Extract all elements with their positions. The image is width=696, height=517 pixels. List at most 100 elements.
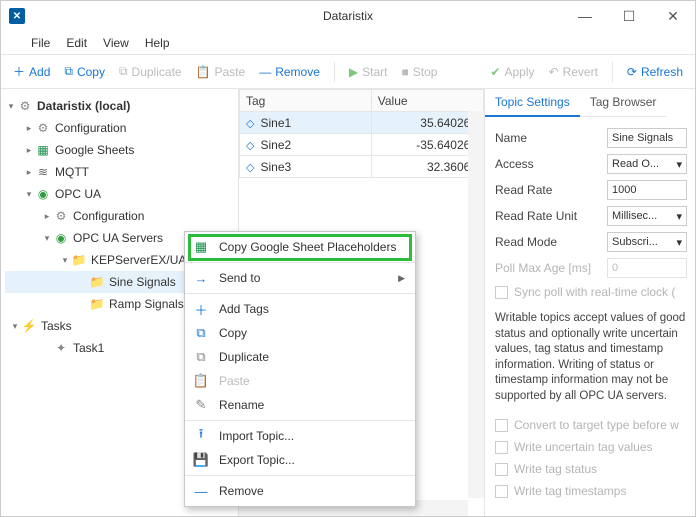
- duplicate-button[interactable]: ⧉Duplicate: [115, 62, 186, 81]
- prop-label-access: Access: [495, 157, 601, 171]
- menu-edit[interactable]: Edit: [66, 36, 87, 50]
- menu-item-paste: 📋Paste: [185, 369, 415, 393]
- folder-icon: 📁: [71, 252, 87, 268]
- prop-value-rate-unit[interactable]: Millisec...▾: [607, 206, 687, 226]
- mqtt-icon: ≋: [35, 164, 51, 180]
- tree-item-mqtt[interactable]: ▸≋MQTT: [5, 161, 238, 183]
- gear-icon: ⚙: [53, 208, 69, 224]
- tag-icon: ◇: [246, 162, 254, 174]
- copy-icon: ⧉: [193, 325, 209, 341]
- chevron-down-icon: ▾: [676, 158, 682, 171]
- sheets-icon: ▦: [193, 239, 209, 255]
- prop-value-read-mode[interactable]: Subscri...▾: [607, 232, 687, 252]
- menu-item-copy[interactable]: ⧉Copy: [185, 321, 415, 345]
- tasks-icon: ⚡: [21, 318, 37, 334]
- menu-item-duplicate[interactable]: ⧉Duplicate: [185, 345, 415, 369]
- minimize-button[interactable]: —: [563, 1, 607, 31]
- paste-button[interactable]: 📋Paste: [192, 63, 250, 81]
- tag-icon: ◇: [246, 118, 254, 130]
- duplicate-icon: ⧉: [119, 64, 128, 79]
- app-icon: ✕: [9, 8, 25, 24]
- checkbox-uncertain: Write uncertain tag values: [495, 436, 687, 458]
- chevron-down-icon: ▾: [676, 236, 682, 249]
- menu-item-import-topic[interactable]: ⭱Import Topic...: [185, 424, 415, 448]
- chevron-down-icon: ▾: [676, 210, 682, 223]
- menu-file[interactable]: File: [31, 36, 50, 50]
- checkbox-icon: [495, 485, 508, 498]
- table-row[interactable]: ◇Sine332.36068: [240, 156, 484, 178]
- export-icon: 💾: [193, 452, 209, 468]
- vertical-scrollbar[interactable]: [468, 111, 484, 498]
- table-row[interactable]: ◇Sine135.640263: [240, 112, 484, 134]
- plus-icon: ＋: [13, 63, 25, 80]
- tree-root[interactable]: ▾⚙Dataristix (local): [5, 95, 238, 117]
- col-header-tag[interactable]: Tag: [240, 90, 372, 112]
- checkbox-status: Write tag status: [495, 458, 687, 480]
- prop-value-name[interactable]: Sine Signals: [607, 128, 687, 148]
- server-icon: ◉: [53, 230, 69, 246]
- close-button[interactable]: ✕: [651, 1, 695, 31]
- maximize-button[interactable]: ☐: [607, 1, 651, 31]
- checkbox-icon: [495, 463, 508, 476]
- apply-button[interactable]: ✔Apply: [486, 63, 538, 81]
- remove-button[interactable]: —Remove: [255, 63, 324, 81]
- menu-item-copy-google-sheet[interactable]: ▦Copy Google Sheet Placeholders: [185, 235, 415, 259]
- checkbox-icon: [495, 441, 508, 454]
- tree-item-config[interactable]: ▸⚙Configuration: [5, 117, 238, 139]
- prop-value-access[interactable]: Read O...▾: [607, 154, 687, 174]
- rename-icon: ✎: [193, 397, 209, 413]
- properties-pane: Topic Settings Tag Browser NameSine Sign…: [485, 89, 695, 516]
- menu-item-remove[interactable]: —Remove: [185, 479, 415, 503]
- tag-table: Tag Value ◇Sine135.640263 ◇Sine2-35.6402…: [239, 89, 484, 178]
- prop-label-rate-unit: Read Rate Unit: [495, 209, 601, 223]
- sheets-icon: ▦: [35, 142, 51, 158]
- menu-view[interactable]: View: [103, 36, 129, 50]
- copy-button[interactable]: ⧉Copy: [60, 62, 109, 81]
- arrow-right-icon: →: [193, 271, 209, 286]
- folder-icon: 📁: [89, 274, 105, 290]
- gear-icon: ⚙: [35, 120, 51, 136]
- col-header-value[interactable]: Value: [371, 90, 483, 112]
- copy-icon: ⧉: [64, 64, 73, 79]
- menu-help[interactable]: Help: [145, 36, 170, 50]
- properties-description: Writable topics accept values of good st…: [495, 311, 687, 404]
- menu-item-export-topic[interactable]: 💾Export Topic...: [185, 448, 415, 472]
- undo-icon: ↶: [549, 65, 559, 79]
- tree-item-opc-config[interactable]: ▸⚙Configuration: [5, 205, 238, 227]
- tree-item-opcua[interactable]: ▾◉OPC UA: [5, 183, 238, 205]
- toolbar: ＋Add ⧉Copy ⧉Duplicate 📋Paste —Remove ▶St…: [1, 55, 695, 89]
- minus-icon: —: [259, 65, 271, 79]
- task-icon: ✦: [53, 340, 69, 356]
- checkbox-icon: [495, 419, 508, 432]
- menu-item-rename[interactable]: ✎Rename: [185, 393, 415, 417]
- checkbox-timestamps: Write tag timestamps: [495, 480, 687, 502]
- table-row[interactable]: ◇Sine2-35.640263: [240, 134, 484, 156]
- checkbox-convert: Convert to target type before w: [495, 414, 687, 436]
- opc-icon: ◉: [35, 186, 51, 202]
- add-button[interactable]: ＋Add: [9, 61, 54, 82]
- checkbox-icon: [495, 286, 508, 299]
- tab-tag-browser[interactable]: Tag Browser: [580, 89, 667, 117]
- menu-bar: File Edit View Help: [1, 31, 695, 55]
- menu-item-send-to[interactable]: →Send to▶: [185, 266, 415, 290]
- revert-button[interactable]: ↶Revert: [545, 63, 602, 81]
- gear-icon: ⚙: [17, 98, 33, 114]
- title-bar: ✕ Dataristix — ☐ ✕: [1, 1, 695, 31]
- chevron-right-icon: ▶: [398, 273, 405, 284]
- import-icon: ⭱: [193, 425, 209, 447]
- tree-item-google-sheets[interactable]: ▸▦Google Sheets: [5, 139, 238, 161]
- start-button[interactable]: ▶Start: [345, 63, 392, 81]
- stop-icon: ■: [401, 65, 408, 79]
- tab-strip: Topic Settings Tag Browser: [485, 89, 695, 117]
- menu-item-add-tags[interactable]: ＋Add Tags: [185, 297, 415, 321]
- stop-button[interactable]: ■Stop: [397, 63, 441, 81]
- tag-icon: ◇: [246, 140, 254, 152]
- tab-topic-settings[interactable]: Topic Settings: [485, 89, 580, 117]
- duplicate-icon: ⧉: [193, 349, 209, 365]
- refresh-icon: ⟳: [627, 65, 637, 79]
- check-icon: ✔: [490, 65, 500, 79]
- window-title: Dataristix: [323, 9, 373, 23]
- prop-value-read-rate[interactable]: 1000: [607, 180, 687, 200]
- refresh-button[interactable]: ⟳Refresh: [623, 63, 687, 81]
- paste-icon: 📋: [193, 373, 209, 389]
